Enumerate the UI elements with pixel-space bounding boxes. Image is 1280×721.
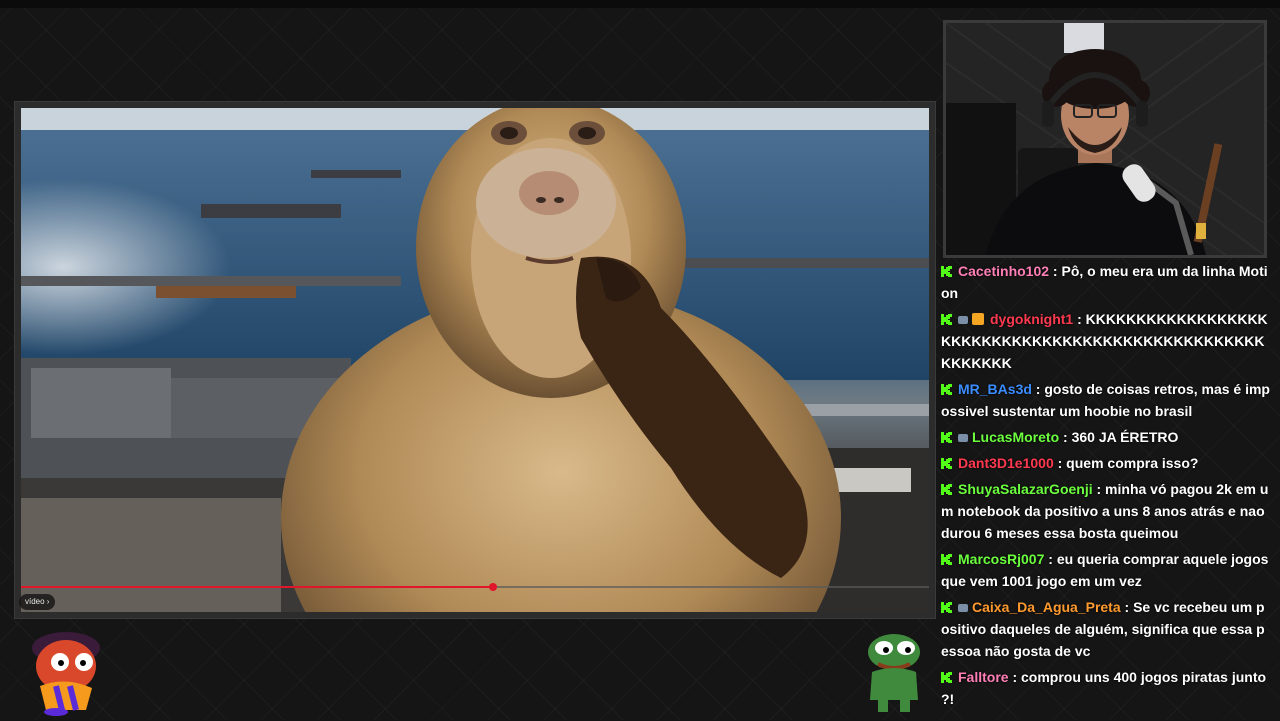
right-frog-sticker [862,630,926,719]
chat-username[interactable]: Falltore [958,669,1009,685]
top-bar [0,0,1280,8]
chat-message: ShuyaSalazarGoenji : minha vó pagou 2k e… [941,478,1271,544]
video-progress-fill [21,583,498,591]
subscriber-badge-icon [958,604,968,612]
video-player[interactable]: vídeo › [14,101,936,619]
chat-message: MarcosRj007 : eu queria comprar aquele j… [941,548,1271,592]
chat-message: Falltore : comprou uns 400 jogos piratas… [941,666,1271,710]
kick-badge-icon [941,261,952,277]
chat-username[interactable]: MarcosRj007 [958,551,1044,567]
crown-badge-icon [972,313,984,325]
chat-message: MR_BAs3d : gosto de coisas retros, mas é… [941,378,1271,422]
subscriber-badge-icon [958,434,968,442]
monkey-harbor-scene [21,108,929,612]
streamer-webcam [943,20,1267,258]
chat-message-text: : 360 JA ÉRETRO [1059,429,1179,445]
streamer-webcam-image [946,23,1264,255]
chat-username[interactable]: Cacetinho102 [958,263,1049,279]
chat-message: LucasMoreto : 360 JA ÉRETRO [941,426,1271,448]
chat-message: Cacetinho102 : Pô, o meu era um da linha… [941,260,1271,304]
chat-message-text: : quem compra isso? [1053,455,1199,471]
chat-panel: Cacetinho102 : Pô, o meu era um da linha… [941,260,1271,720]
video-chip[interactable]: vídeo › [19,594,56,610]
chat-username[interactable]: LucasMoreto [972,429,1059,445]
cartoon-character-icon [32,632,100,716]
chat-username[interactable]: ShuyaSalazarGoenji [958,481,1093,497]
kick-badge-icon [941,549,952,565]
chat-username[interactable]: Dant3D1e1000 [958,455,1054,471]
subscriber-badge-icon [958,316,968,324]
frog-icon [868,634,920,712]
kick-badge-icon [941,427,952,443]
kick-badge-icon [941,453,952,469]
left-character-sticker [26,626,106,721]
chat-message: dygoknight1 : KKKKKKKKKKKKKKKKKKKKKKKKKK… [941,308,1271,374]
kick-badge-icon [941,597,952,613]
kick-badge-icon [941,309,952,325]
chat-username[interactable]: Caixa_Da_Agua_Preta [972,599,1121,615]
chat-username[interactable]: dygoknight1 [990,311,1073,327]
chat-username[interactable]: MR_BAs3d [958,381,1032,397]
chat-message: Caixa_Da_Agua_Preta : Se vc recebeu um p… [941,596,1271,662]
video-frame-image [21,108,929,612]
kick-badge-icon [941,379,952,395]
kick-badge-icon [941,479,952,495]
video-progress-bar[interactable] [21,583,929,591]
kick-badge-icon [941,667,952,683]
chat-message: Dant3D1e1000 : quem compra isso? [941,452,1271,474]
